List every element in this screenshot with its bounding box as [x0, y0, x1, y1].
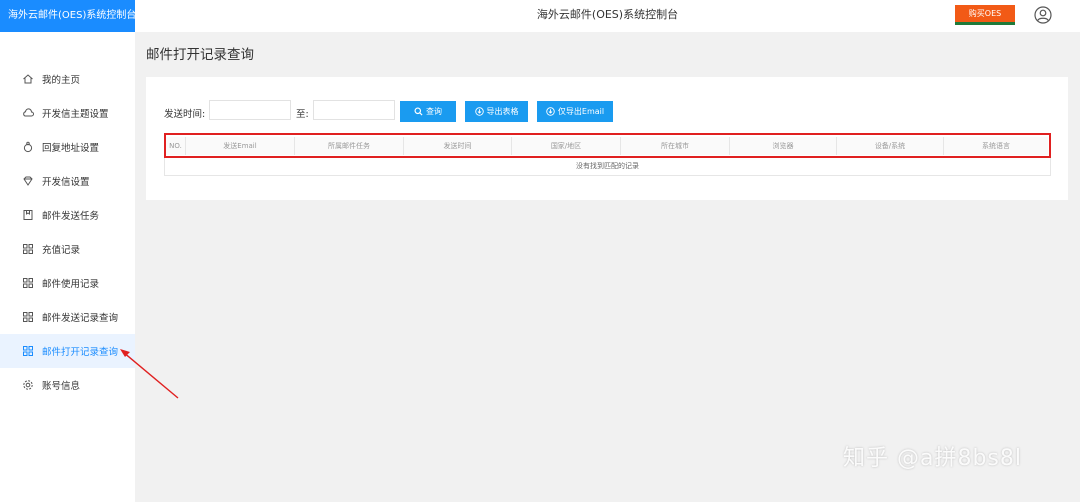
table-header-highlight: NO. 发送Email 所属邮件任务 发送时间 国家/地区 所在城市 浏览器 设… — [164, 133, 1051, 158]
sidebar-item-label: 回复地址设置 — [42, 143, 100, 154]
column-header-task: 所属邮件任务 — [295, 136, 404, 155]
gear-icon — [22, 379, 34, 391]
user-circle-icon[interactable] — [1034, 6, 1052, 24]
column-header-language: 系统语言 — [944, 136, 1048, 155]
sidebar-item-label: 开发信主题设置 — [42, 109, 109, 120]
sidebar-item-label: 邮件使用记录 — [42, 279, 100, 290]
bookmark-icon — [22, 209, 34, 221]
download-icon — [474, 107, 484, 116]
query-card: 发送时间: 至: 查询 导出表格 仅导出Email NO. 发送Email 所属… — [146, 77, 1068, 200]
sidebar-item-label: 邮件发送记录查询 — [42, 313, 119, 324]
sidebar-item-send-tasks[interactable]: 邮件发送任务 — [0, 198, 135, 232]
column-header-device: 设备/系统 — [837, 136, 944, 155]
sidebar-item-label: 账号信息 — [42, 381, 81, 392]
sidebar-item-label: 我的主页 — [42, 75, 81, 86]
start-date-input[interactable] — [209, 100, 291, 120]
query-button[interactable]: 查询 — [400, 101, 456, 122]
watermark: 知乎 @a拼8bs8l — [843, 446, 1023, 471]
grid-icon — [22, 345, 34, 357]
buy-oes-button[interactable]: 购买OES — [955, 5, 1015, 25]
app-brand: 海外云邮件(OES)系统控制台 — [0, 0, 135, 32]
empty-table-message: 没有找到匹配的记录 — [164, 158, 1051, 176]
diamond-icon — [22, 175, 34, 187]
export-table-label: 导出表格 — [486, 107, 519, 116]
cloud-icon — [22, 107, 34, 119]
sidebar-item-home[interactable]: 我的主页 — [0, 62, 135, 96]
column-header-country: 国家/地区 — [512, 136, 621, 155]
column-header-send-time: 发送时间 — [404, 136, 512, 155]
send-time-label: 发送时间: — [164, 109, 206, 120]
top-bar: 海外云邮件(OES)系统控制台 购买OES — [135, 0, 1080, 32]
sidebar-item-label: 充值记录 — [42, 245, 81, 256]
sidebar-item-label: 开发信设置 — [42, 177, 90, 188]
sidebar-item-subject-settings[interactable]: 开发信主题设置 — [0, 96, 135, 130]
sidebar-item-label: 邮件打开记录查询 — [42, 347, 119, 358]
page-title: 邮件打开记录查询 — [146, 47, 254, 63]
column-header-no: NO. — [166, 136, 186, 155]
user-reply-icon — [22, 141, 34, 153]
export-email-label: 仅导出Email — [557, 107, 605, 116]
grid-icon — [22, 311, 34, 323]
sidebar-item-send-records[interactable]: 邮件发送记录查询 — [0, 300, 135, 334]
grid-icon — [22, 243, 34, 255]
column-header-email: 发送Email — [186, 136, 295, 155]
export-email-button[interactable]: 仅导出Email — [537, 101, 613, 122]
download-icon — [546, 107, 555, 116]
sidebar: 海外云邮件(OES)系统控制台 我的主页 开发信主题设置 回复地址设置 开发信设… — [0, 0, 135, 502]
to-label: 至: — [296, 109, 309, 120]
sidebar-item-reply-address[interactable]: 回复地址设置 — [0, 130, 135, 164]
export-table-button[interactable]: 导出表格 — [465, 101, 528, 122]
column-header-city: 所在城市 — [621, 136, 730, 155]
query-button-label: 查询 — [426, 107, 442, 116]
topbar-title: 海外云邮件(OES)系统控制台 — [536, 8, 679, 21]
column-header-browser: 浏览器 — [730, 136, 837, 155]
sidebar-item-usage-records[interactable]: 邮件使用记录 — [0, 266, 135, 300]
search-icon — [414, 107, 423, 116]
sidebar-item-letter-settings[interactable]: 开发信设置 — [0, 164, 135, 198]
records-table: NO. 发送Email 所属邮件任务 发送时间 国家/地区 所在城市 浏览器 设… — [164, 133, 1051, 176]
sidebar-item-recharge[interactable]: 充值记录 — [0, 232, 135, 266]
home-icon — [22, 73, 34, 85]
end-date-input[interactable] — [313, 100, 395, 120]
sidebar-item-label: 邮件发送任务 — [42, 211, 100, 222]
annotation-arrow — [120, 349, 179, 399]
grid-icon — [22, 277, 34, 289]
